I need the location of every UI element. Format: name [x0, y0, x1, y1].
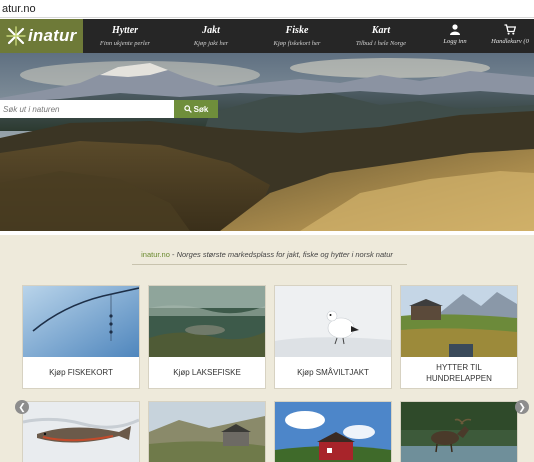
chevron-left-icon: ❮ — [18, 402, 26, 412]
carousel-prev-button[interactable]: ❮ — [15, 400, 29, 414]
nav-title-hytter: Hytter — [111, 25, 139, 36]
card-label-laksefiske: Kjøp LAKSEFISKE — [173, 368, 241, 377]
card-trout[interactable] — [22, 401, 140, 462]
cart-icon — [504, 24, 516, 35]
card-hytter-hundrelappen[interactable]: HYTTER TIL HUNDRELAPPEN — [400, 285, 518, 389]
tagline-separator: - — [169, 250, 177, 259]
hero-landscape-image — [0, 53, 534, 231]
cart-link[interactable]: Handlekurv (0 — [486, 19, 534, 53]
card-label-smaviltjakt: Kjøp SMÅVILTJAKT — [297, 368, 369, 377]
card-moose[interactable] — [400, 401, 518, 462]
search-bar: Søk — [0, 100, 218, 118]
nav-item-kart[interactable]: Kart Tilbud i hele Norge — [348, 19, 414, 53]
tagline-slogan: Norges største markedsplass for jakt, fi… — [176, 250, 393, 259]
browser-url-bar[interactable]: atur.no — [0, 0, 534, 18]
card-label-hytter-line1: HYTTER TIL — [436, 363, 482, 372]
card-label-hytter-line2: HUNDRELAPPEN — [426, 374, 492, 383]
nav-title-kart: Kart — [371, 25, 391, 36]
mountain-cabin-photo — [401, 286, 517, 357]
url-text: atur.no — [2, 3, 36, 15]
card-stone-cabin[interactable] — [148, 401, 266, 462]
trout-on-snow-photo — [23, 402, 139, 462]
nav-item-jakt[interactable]: Jakt Kjøp jakt her — [182, 19, 240, 53]
tagline-underline — [132, 264, 407, 265]
magnifier-icon — [183, 105, 192, 113]
nav-title-fiske: Fiske — [285, 25, 309, 36]
card-fiskekort[interactable]: Kjøp FISKEKORT — [22, 285, 140, 389]
inatur-logo[interactable]: inatur — [0, 19, 83, 53]
top-navigation-bar: inatur Hytter Finn ukjente perler Jakt K… — [0, 19, 534, 53]
chevron-right-icon: ❯ — [518, 402, 526, 412]
nav-item-hytter[interactable]: Hytter Finn ukjente perler — [96, 19, 154, 53]
nav-title-jakt: Jakt — [202, 25, 220, 36]
logo-star-icon — [6, 26, 26, 46]
red-cabin-photo — [275, 402, 391, 462]
card-red-cabin[interactable] — [274, 401, 392, 462]
search-button[interactable]: Søk — [174, 100, 218, 118]
stone-cabin-photo — [149, 402, 265, 462]
main-content: inatur.no - Norges største markedsplass … — [0, 235, 534, 462]
nav-subtitle-fiske: Kjøp fiskekort her — [273, 40, 321, 47]
user-icon — [450, 24, 460, 35]
search-button-label: Søk — [193, 104, 209, 114]
tagline-brand-link[interactable]: inatur.no — [141, 250, 170, 259]
fishing-rod-photo — [23, 286, 139, 357]
login-label: Logg inn — [443, 38, 467, 45]
nav-item-fiske[interactable]: Fiske Kjøp fiskekort her — [264, 19, 330, 53]
underwater-salmon-photo — [149, 286, 265, 357]
cart-label: Handlekurv (0 — [491, 38, 529, 45]
page-tagline: inatur.no - Norges største markedsplass … — [0, 250, 534, 259]
search-input[interactable] — [0, 100, 174, 118]
carousel-next-button[interactable]: ❯ — [515, 400, 529, 414]
logo-text: inatur — [28, 26, 77, 45]
card-label-fiskekort: Kjøp FISKEKORT — [49, 368, 113, 377]
card-smaviltjakt[interactable]: Kjøp SMÅVILTJAKT — [274, 285, 392, 389]
login-link[interactable]: Logg inn — [436, 19, 474, 53]
moose-in-water-photo — [401, 402, 517, 462]
nav-subtitle-kart: Tilbud i hele Norge — [355, 40, 407, 47]
nav-subtitle-jakt: Kjøp jakt her — [193, 40, 229, 47]
card-laksefiske[interactable]: Kjøp LAKSEFISKE — [148, 285, 266, 389]
ptarmigan-snow-photo — [275, 286, 391, 357]
nav-subtitle-hytter: Finn ukjente perler — [99, 40, 151, 47]
